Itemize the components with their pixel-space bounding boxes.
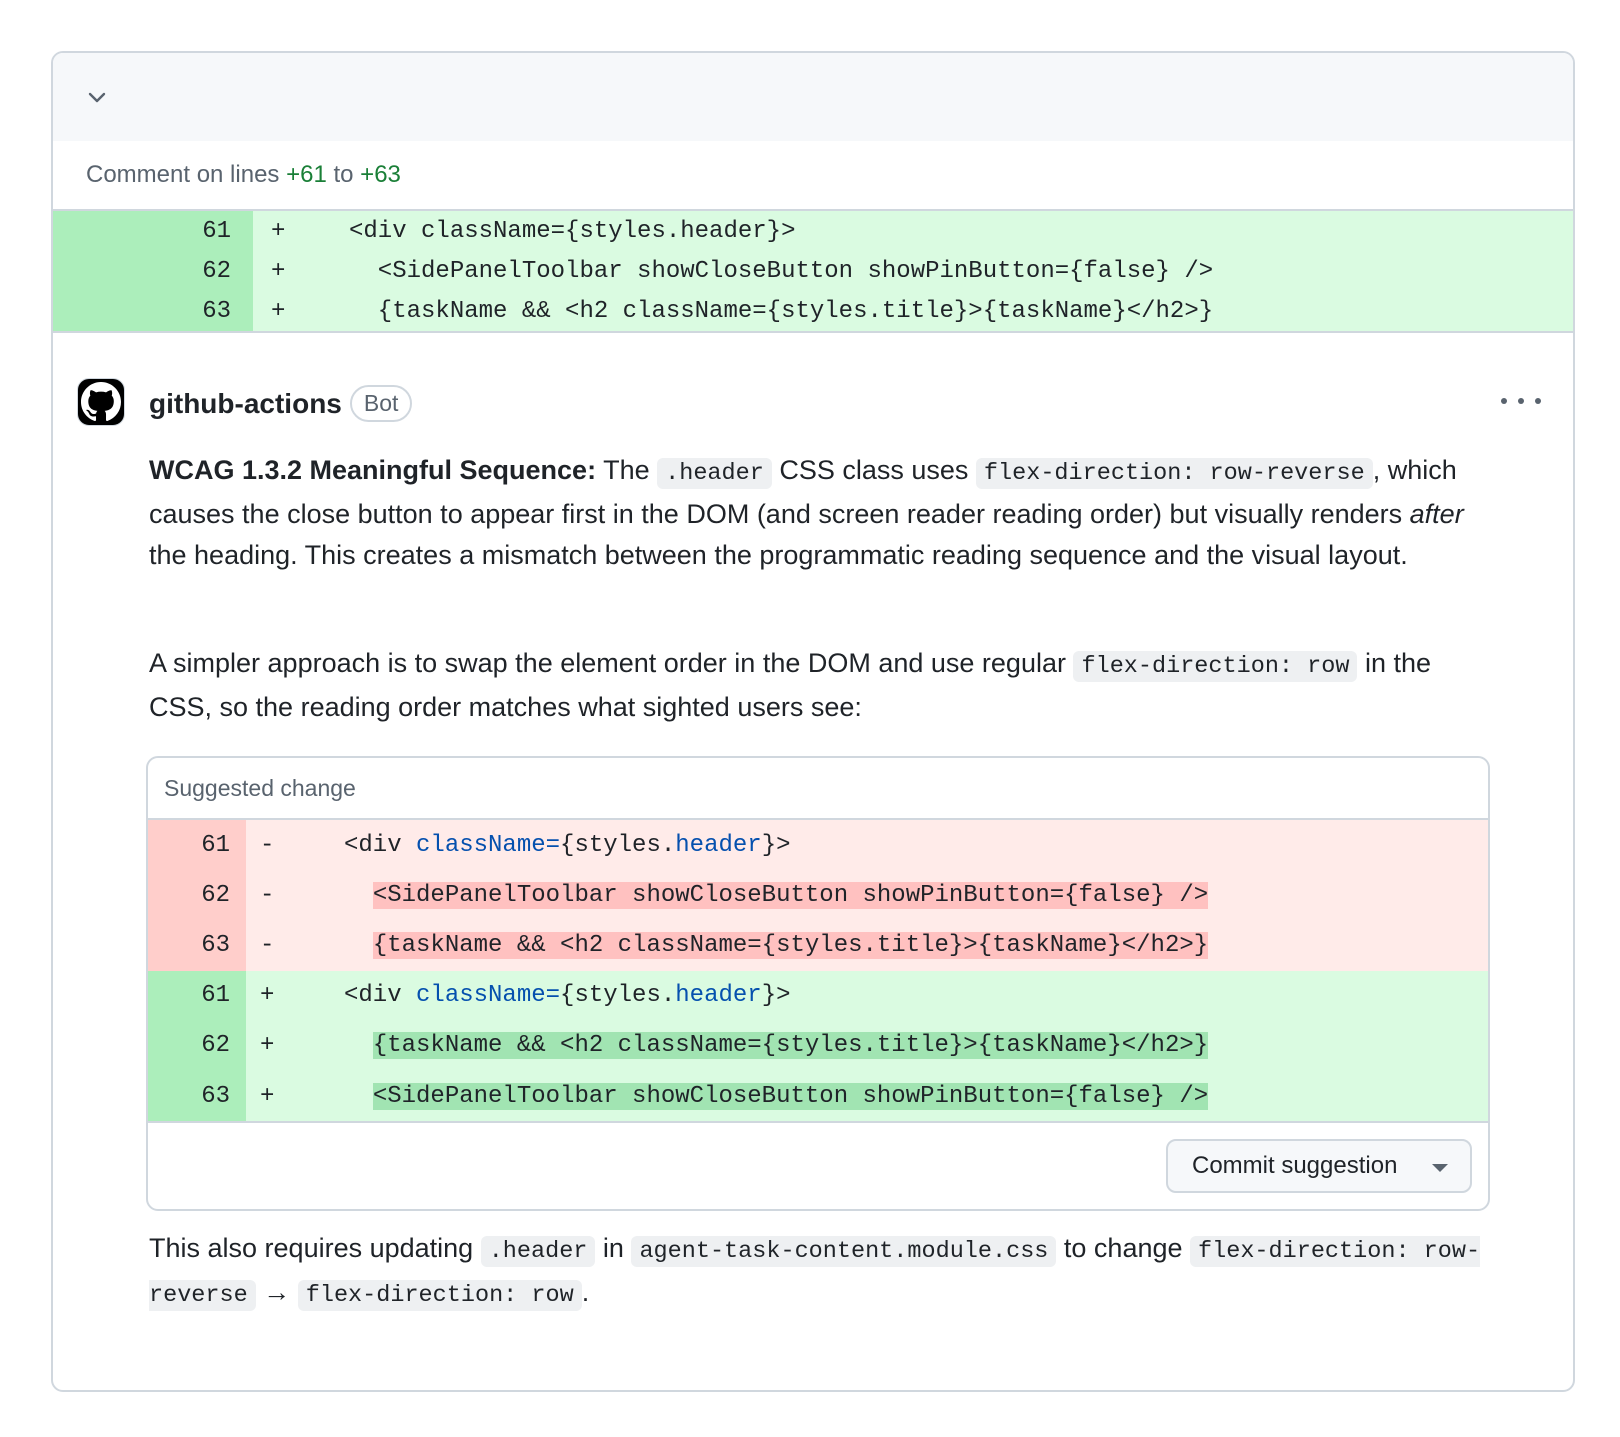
diff-sign: + <box>271 217 286 245</box>
commit-suggestion-button[interactable]: Commit suggestion <box>1166 1139 1472 1194</box>
comment-line-range: Comment on lines +61 to +63 <box>53 141 1573 211</box>
line-number: 62 <box>148 870 246 921</box>
text: CSS class uses <box>771 455 976 485</box>
diff-sign: + <box>271 257 286 285</box>
thread-header <box>53 53 1573 141</box>
diff-line-removed: 62 - <SidePanelToolbar showCloseButton s… <box>148 870 1488 921</box>
inline-code: .header <box>480 1236 596 1267</box>
chevron-down-icon[interactable] <box>85 85 109 109</box>
review-comment-thread: Comment on lines +61 to +63 61 + <div cl… <box>51 51 1575 1392</box>
diff-sign: + <box>271 297 286 325</box>
diff-sign: + <box>260 982 275 1010</box>
triangle-down-icon[interactable] <box>1432 1164 1448 1173</box>
diff-line-removed: 63 - {taskName && <h2 className={styles.… <box>148 920 1488 971</box>
line-number[interactable]: 61 <box>53 211 253 251</box>
text: A simpler approach is to swap the elemen… <box>149 648 1074 678</box>
issue-title: WCAG 1.3.2 Meaningful Sequence: <box>149 455 597 485</box>
code-line: <SidePanelToolbar showCloseButton showPi… <box>349 257 1214 285</box>
inline-code: agent-task-content.module.css <box>631 1236 1057 1267</box>
comment-author: github-actions Bot <box>149 385 413 422</box>
diff-sign: - <box>260 881 275 909</box>
diff-sign: + <box>260 1032 275 1060</box>
code-line: <SidePanelToolbar showCloseButton showPi… <box>372 881 1209 909</box>
line-number: 61 <box>148 970 246 1021</box>
range-prefix: Comment on lines <box>86 161 280 188</box>
range-end[interactable]: +63 <box>360 161 401 189</box>
suggested-change: Suggested change 61 - <div className={st… <box>146 756 1490 1211</box>
line-number: 62 <box>148 1020 246 1071</box>
range-mid: to <box>333 161 354 188</box>
inline-code: flex-direction: row-reverse <box>975 458 1373 489</box>
line-number[interactable]: 63 <box>53 291 253 331</box>
bot-badge: Bot <box>349 385 413 422</box>
emphasis: after <box>1409 499 1464 529</box>
comment-paragraph-3: This also requires updating .header in a… <box>149 1228 1489 1316</box>
code-line: {taskName && <h2 className={styles.title… <box>372 1032 1209 1060</box>
text: The <box>596 455 658 485</box>
suggestion-diff: 61 - <div className={styles.header}> 62 … <box>148 820 1488 1122</box>
text: . <box>581 1277 590 1307</box>
code-line: <SidePanelToolbar showCloseButton showPi… <box>372 1082 1209 1110</box>
context-diff: 61 + <div className={styles.header}> 62 … <box>53 211 1573 333</box>
author-name[interactable]: github-actions <box>149 388 342 420</box>
comment-paragraph-2: A simpler approach is to swap the elemen… <box>149 643 1489 728</box>
comment-paragraph-1: WCAG 1.3.2 Meaningful Sequence: The .hea… <box>149 450 1489 576</box>
diff-line-added: 63 + <SidePanelToolbar showCloseButton s… <box>148 1070 1488 1122</box>
line-number: 63 <box>148 920 246 971</box>
github-logo-icon <box>81 382 121 422</box>
range-start[interactable]: +61 <box>286 161 327 189</box>
text: This also requires updating <box>149 1233 481 1263</box>
diff-line-added: 61 + <div className={styles.header}> <box>148 970 1488 1021</box>
avatar[interactable] <box>77 378 125 426</box>
line-number[interactable]: 62 <box>53 251 253 291</box>
diff-line-removed: 61 - <div className={styles.header}> <box>148 820 1488 871</box>
more-options-icon[interactable] <box>1501 389 1541 413</box>
line-number: 63 <box>148 1070 246 1122</box>
code-line: <div className={styles.header}> <box>344 982 791 1010</box>
diff-line: 63 + {taskName && <h2 className={styles.… <box>53 291 1573 331</box>
diff-line-added: 62 + {taskName && <h2 className={styles.… <box>148 1020 1488 1071</box>
inline-code: flex-direction: row <box>297 1280 582 1311</box>
diff-sign: - <box>260 931 275 959</box>
code-line: {taskName && <h2 className={styles.title… <box>372 931 1209 959</box>
code-line: {taskName && <h2 className={styles.title… <box>349 297 1214 325</box>
text: in <box>595 1233 632 1263</box>
text: the heading. This creates a mismatch bet… <box>149 540 1408 570</box>
diff-line: 62 + <SidePanelToolbar showCloseButton s… <box>53 251 1573 291</box>
code-line: <div className={styles.header}> <box>344 831 791 859</box>
code-line: <div className={styles.header}> <box>349 217 796 245</box>
line-number: 61 <box>148 820 246 871</box>
suggestion-footer: Commit suggestion <box>148 1121 1488 1209</box>
inline-code: .header <box>657 458 772 489</box>
inline-code: flex-direction: row <box>1073 651 1358 682</box>
suggestion-title: Suggested change <box>148 758 1488 820</box>
text: to change <box>1056 1233 1191 1263</box>
diff-line: 61 + <div className={styles.header}> <box>53 211 1573 251</box>
diff-sign: - <box>260 831 275 859</box>
commit-suggestion-label: Commit suggestion <box>1192 1152 1398 1180</box>
diff-sign: + <box>260 1082 275 1110</box>
arrow: → <box>255 1277 298 1307</box>
